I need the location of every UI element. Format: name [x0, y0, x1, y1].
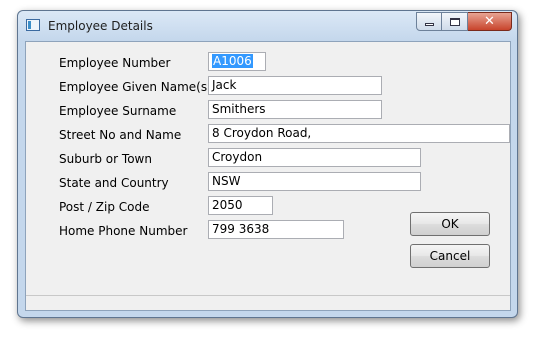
employee-details-window: Employee Details ✕ Employee Number A1006…: [17, 10, 518, 318]
maximize-icon: [449, 17, 460, 26]
maximize-button[interactable]: [442, 12, 468, 31]
surname-label: Employee Surname: [59, 104, 177, 118]
employee-number-label: Employee Number: [59, 56, 171, 70]
title-bar[interactable]: Employee Details ✕: [18, 11, 517, 41]
minimize-icon: [424, 23, 434, 26]
status-bar: [26, 295, 510, 310]
surname-field[interactable]: Smithers: [208, 100, 382, 119]
form-panel: Employee Number A1006 Employee Given Nam…: [25, 41, 511, 311]
app-window-icon: [26, 19, 40, 31]
close-icon: ✕: [484, 14, 495, 29]
cancel-button[interactable]: Cancel: [410, 244, 490, 268]
postcode-label: Post / Zip Code: [59, 200, 150, 214]
street-label: Street No and Name: [59, 128, 182, 142]
ok-button[interactable]: OK: [410, 212, 490, 236]
postcode-field[interactable]: 2050: [208, 196, 273, 215]
close-button[interactable]: ✕: [468, 12, 512, 31]
employee-number-field[interactable]: A1006: [208, 52, 266, 71]
suburb-label: Suburb or Town: [59, 152, 152, 166]
state-country-label: State and Country: [59, 176, 169, 190]
window-title: Employee Details: [48, 19, 153, 33]
employee-number-value: A1006: [212, 54, 253, 68]
street-field[interactable]: 8 Croydon Road,: [208, 124, 510, 143]
caption-buttons: ✕: [416, 12, 512, 31]
given-names-field[interactable]: Jack: [208, 76, 382, 95]
home-phone-field[interactable]: 799 3638: [208, 220, 344, 239]
given-names-label: Employee Given Name(s): [59, 80, 212, 94]
state-country-field[interactable]: NSW: [208, 172, 421, 191]
home-phone-label: Home Phone Number: [59, 224, 188, 238]
minimize-button[interactable]: [416, 12, 442, 31]
suburb-field[interactable]: Croydon: [208, 148, 421, 167]
